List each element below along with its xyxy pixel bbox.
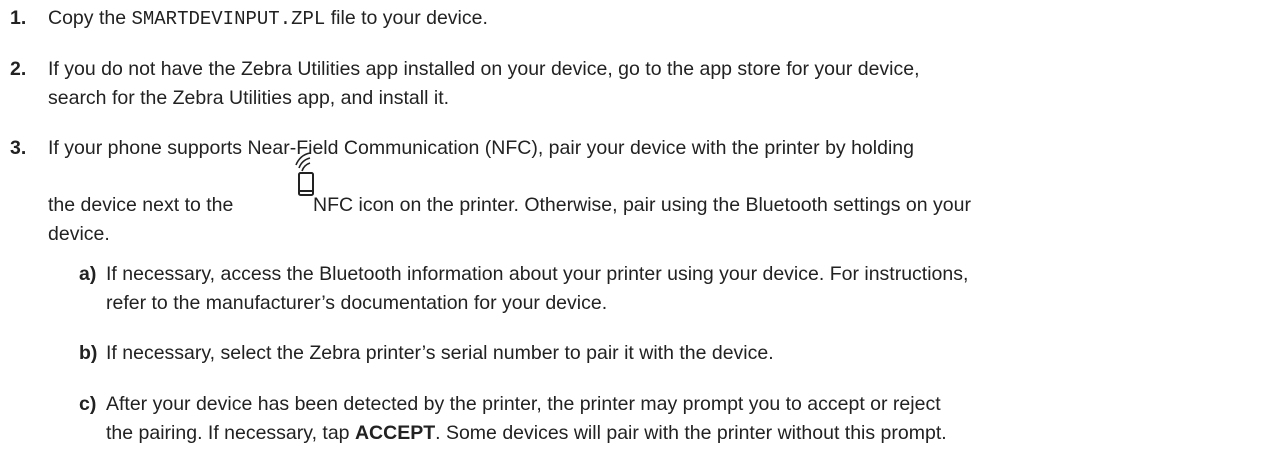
substep-line-after: . Some devices will pair with the printe… [435,422,947,444]
step-number: 2. [10,58,27,80]
substep-label: a) [79,263,97,285]
instruction-page: 1. Copy the SMARTDEVINPUT.ZPL file to yo… [0,0,1267,469]
accept-keyword: ACCEPT [354,422,436,444]
step-line: NFC icon on the printer. Otherwise, pair… [313,191,971,220]
step-line: the device next to the [48,191,233,220]
substep-label: b) [79,342,98,364]
step-line: If you do not have the Zebra Utilities a… [48,58,920,80]
step-line-before-icon: the device next to the [48,194,234,216]
step-line: search for the Zebra Utilities app, and … [48,87,450,109]
step-number: 1. [10,7,27,29]
step-text-after: file to your device. [325,7,488,29]
filename: SMARTDEVINPUT.ZPL [131,8,326,30]
substep-line-before: the pairing. If necessary, tap [106,422,355,444]
step-line: device. [48,223,110,245]
step-line: If your phone supports Near-Field Commun… [48,137,914,159]
substep-label: c) [79,393,97,415]
step-text-before: Copy the [48,7,132,29]
step-line-after-icon: NFC icon on the printer. Otherwise, pair… [313,194,971,216]
substep-line: If necessary, select the Zebra printer’s… [106,342,774,364]
step-number: 3. [10,137,27,159]
step-text: Copy the SMARTDEVINPUT.ZPL file to your … [48,4,1248,34]
substep-line: After your device has been detected by t… [106,393,941,415]
substep-line: the pairing. If necessary, tap ACCEPT. S… [106,419,947,448]
substep-line: refer to the manufacturer’s documentatio… [106,292,608,314]
substep-line: If necessary, access the Bluetooth infor… [106,263,969,285]
